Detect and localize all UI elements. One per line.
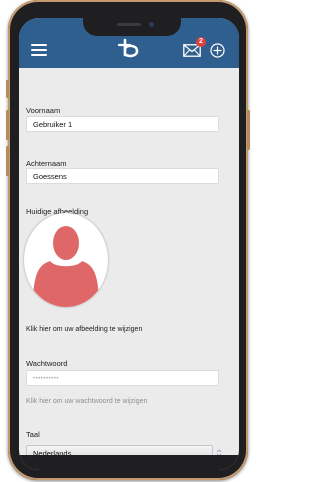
hamburger-menu-icon[interactable] (31, 44, 47, 56)
password-label: Wachtwoord (26, 359, 68, 368)
last-name-label: Achternaam (26, 159, 67, 168)
phone-notch (83, 18, 181, 36)
language-label: Taal (26, 430, 40, 439)
phone-side-button (6, 146, 9, 176)
plus-circle-icon[interactable] (210, 43, 225, 58)
last-name-field[interactable]: Goessens (26, 168, 219, 184)
b-logo-icon[interactable] (116, 38, 142, 60)
phone-side-button (6, 80, 9, 98)
change-picture-link[interactable]: Klik hier om uw afbeelding te wijzigen (26, 326, 142, 333)
phone-bottom-bezel (19, 455, 239, 470)
first-name-label: Voornaam (26, 106, 61, 115)
speaker-grille (117, 23, 141, 26)
person-silhouette-icon (33, 226, 99, 307)
change-password-link[interactable]: Klik hier om uw wachtwoord te wijzigen (26, 398, 147, 405)
notification-badge: 2 (196, 37, 206, 47)
phone-side-button (6, 110, 9, 140)
profile-picture[interactable] (24, 213, 108, 307)
phone-screen: 2 Voornaam Gebruiker 1 Achternaam Goesse… (19, 18, 239, 470)
first-name-field[interactable]: Gebruiker 1 (26, 116, 219, 132)
front-camera (149, 22, 154, 27)
password-field[interactable]: •••••••••• (26, 370, 219, 386)
phone-side-button (247, 110, 250, 150)
